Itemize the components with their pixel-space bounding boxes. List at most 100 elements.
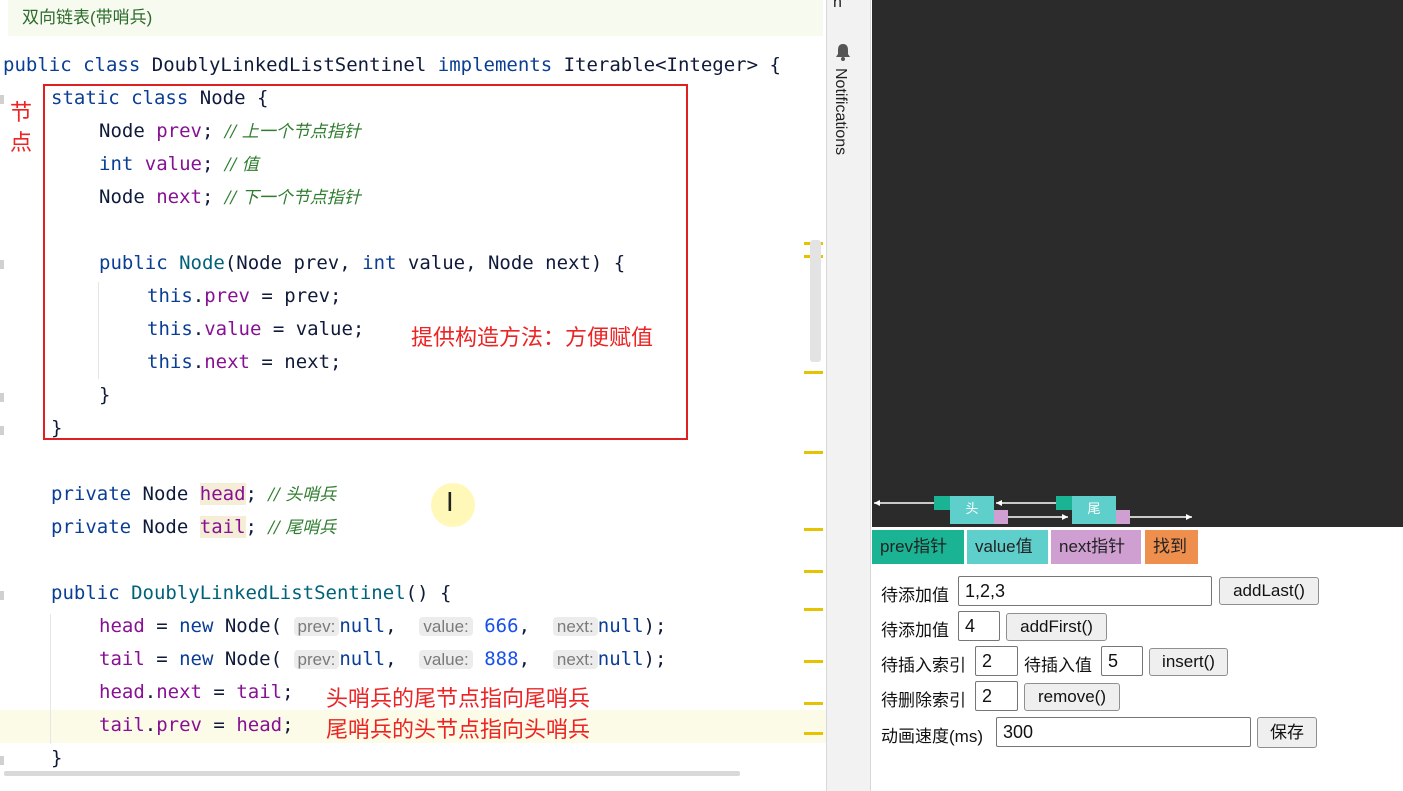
add-first-button[interactable]: addFirst() <box>1006 613 1107 641</box>
type-name: Node <box>142 516 189 538</box>
keyword: null <box>597 648 644 670</box>
number-literal: 888 <box>484 648 519 670</box>
scroll-marker[interactable] <box>804 528 823 531</box>
speed-label: 动画速度(ms) <box>881 727 983 746</box>
code-text: ; <box>282 681 294 703</box>
code-text: Node( <box>213 648 283 670</box>
field-name: tail <box>236 681 283 703</box>
insert-value-input[interactable]: 5 <box>1101 646 1143 676</box>
scroll-marker[interactable] <box>804 371 823 374</box>
field-name: head <box>236 714 283 736</box>
field-name: tail <box>99 714 145 736</box>
field-name: head <box>99 615 145 637</box>
horizontal-scrollbar-thumb[interactable] <box>4 771 740 776</box>
speed-input[interactable]: 300 <box>996 717 1251 747</box>
param-hint: value: <box>419 617 473 636</box>
scroll-marker[interactable] <box>804 732 823 735</box>
head-next-annotation: 头哨兵的尾节点指向尾哨兵 <box>326 686 591 711</box>
type-name: Node <box>142 483 189 505</box>
code-line-head-init: head = new Node( prev: null, value: 666, … <box>99 615 667 637</box>
method-name: DoublyLinkedListSentinel <box>131 582 406 604</box>
keyword: new <box>179 615 214 637</box>
head-next-pointer <box>994 510 1008 524</box>
keyword: null <box>597 615 644 637</box>
fold-marker[interactable] <box>0 393 4 402</box>
code-text: Iterable<Integer> { <box>563 54 781 76</box>
code-line-tail-prev: tail.prev = head; <box>99 714 294 736</box>
bell-icon[interactable] <box>834 42 852 62</box>
scroll-marker[interactable] <box>804 570 823 573</box>
scroll-marker[interactable] <box>804 660 823 663</box>
code-line-tail-field: private Node tail; // 尾哨兵 <box>51 516 337 538</box>
right-tool-strip: n Notifications <box>826 0 871 791</box>
code-text: () { <box>405 582 452 604</box>
add-last-button[interactable]: addLast() <box>1219 577 1319 605</box>
field-name: tail <box>99 648 145 670</box>
fold-marker[interactable] <box>0 591 4 600</box>
param-hint: next: <box>552 650 598 669</box>
code-text: ; <box>282 714 294 736</box>
fold-marker[interactable] <box>0 756 4 765</box>
scroll-marker[interactable] <box>804 451 823 454</box>
keyword: private <box>51 516 132 538</box>
code-line-tail-init: tail = new Node( prev: null, value: 888, … <box>99 648 667 670</box>
code-text: Node( <box>213 615 283 637</box>
keyword: public <box>51 582 120 604</box>
legend-value: value值 <box>967 530 1048 564</box>
add-last-input[interactable]: 1,2,3 <box>958 576 1212 606</box>
legend-prev: prev指针 <box>872 530 964 564</box>
code-text: ); <box>643 648 667 670</box>
code-text: = <box>144 648 180 670</box>
scroll-marker[interactable] <box>804 608 823 611</box>
constructor-annotation: 提供构造方法：方便赋值 <box>411 325 654 350</box>
code-editor[interactable]: 双向链表(带哨兵) public class DoublyLinkedListS… <box>0 0 826 791</box>
keyword: new <box>179 648 214 670</box>
param-hint: prev: <box>293 617 340 636</box>
keyword: null <box>339 648 386 670</box>
tail-prev-annotation: 尾哨兵的头节点指向头哨兵 <box>326 717 591 742</box>
field-name: head <box>99 681 145 703</box>
indent-guide <box>50 614 51 744</box>
field-name: prev <box>156 714 202 736</box>
fold-marker[interactable] <box>0 260 4 269</box>
notifications-tab[interactable]: Notifications <box>831 68 849 155</box>
text-cursor-icon: I <box>446 488 454 518</box>
vertical-scrollbar-thumb[interactable] <box>810 240 821 362</box>
add-first-input[interactable]: 4 <box>958 611 1000 641</box>
code-text: = <box>201 681 237 703</box>
code-line-list-ctor: public DoublyLinkedListSentinel() { <box>51 577 451 610</box>
tool-window-label[interactable]: n <box>833 0 842 12</box>
node-annotation: 节 点 <box>10 100 33 155</box>
remove-index-input[interactable]: 2 <box>975 681 1018 711</box>
legend-next: next指针 <box>1051 530 1141 564</box>
keyword: class <box>83 54 141 76</box>
param-hint: value: <box>419 650 473 669</box>
class-name: DoublyLinkedListSentinel <box>151 54 427 76</box>
code-comment: // 尾哨兵 <box>268 518 337 538</box>
fold-marker[interactable] <box>0 95 4 104</box>
add-first-label: 待添加值 <box>881 621 949 640</box>
legend-found: 找到 <box>1145 530 1198 564</box>
scroll-marker[interactable] <box>804 702 823 705</box>
remove-index-label: 待删除索引 <box>881 691 966 710</box>
insert-button[interactable]: insert() <box>1149 648 1228 676</box>
remove-button[interactable]: remove() <box>1024 683 1120 711</box>
add-last-label: 待添加值 <box>881 586 949 605</box>
code-text: = <box>201 714 237 736</box>
head-node-label: 头 <box>965 502 979 517</box>
code-text: ); <box>643 615 667 637</box>
insert-value-label: 待插入值 <box>1024 656 1092 675</box>
field-name-highlighted: tail <box>199 516 246 538</box>
fold-marker[interactable] <box>0 426 4 435</box>
save-button[interactable]: 保存 <box>1257 717 1317 748</box>
linked-list-canvas: 头 尾 <box>872 0 1403 527</box>
code-text: = <box>144 615 180 637</box>
node-class-highlight-box <box>43 84 688 440</box>
code-comment: // 头哨兵 <box>268 485 337 505</box>
insert-index-label: 待插入索引 <box>881 656 966 675</box>
code-line-head-field: private Node head; // 头哨兵 <box>51 483 337 505</box>
field-name: next <box>156 681 202 703</box>
insert-index-input[interactable]: 2 <box>975 646 1018 676</box>
param-hint: prev: <box>293 650 340 669</box>
number-literal: 666 <box>484 615 519 637</box>
